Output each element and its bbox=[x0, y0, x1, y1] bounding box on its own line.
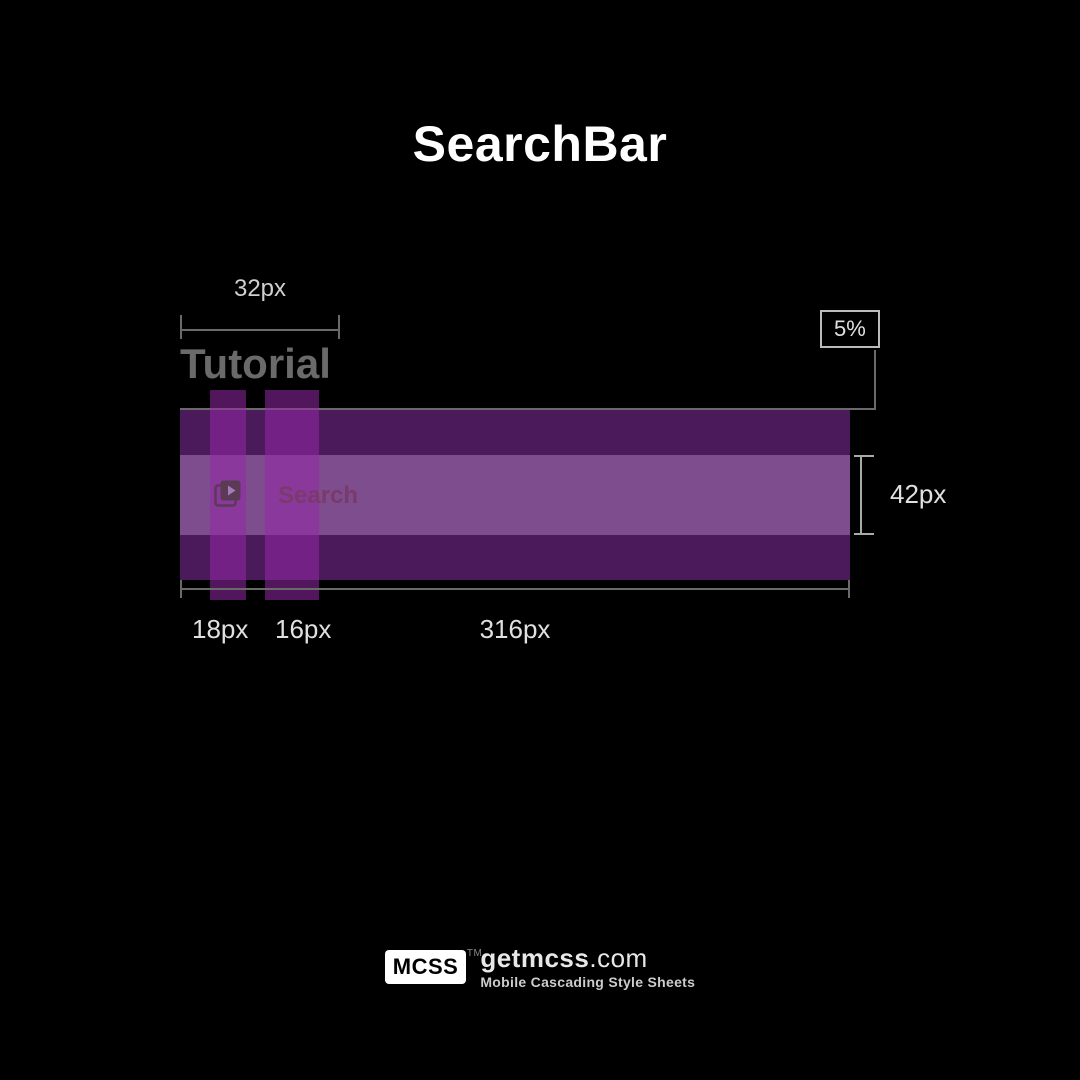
page-title: SearchBar bbox=[0, 115, 1080, 173]
logo-trademark: TM bbox=[467, 948, 482, 959]
dimension-bottom-value: 316px bbox=[480, 614, 551, 645]
searchbar-diagram: Search bbox=[180, 410, 880, 580]
dimension-col2-value: 16px bbox=[275, 614, 331, 645]
play-stack-icon bbox=[213, 478, 243, 508]
tutorial-label: Tutorial bbox=[180, 340, 331, 388]
dimension-right: 42px bbox=[860, 455, 884, 535]
footer-logo: MCSS TM getmcss.com Mobile Cascading Sty… bbox=[0, 943, 1080, 990]
dimension-right-value: 42px bbox=[890, 479, 946, 510]
dimension-percent: 5% bbox=[820, 310, 880, 348]
dimension-top-value: 32px bbox=[180, 275, 340, 303]
dimension-bottom: 316px bbox=[180, 588, 850, 590]
logo-text: getmcss.com Mobile Cascading Style Sheet… bbox=[480, 943, 695, 990]
dimension-col1-value: 18px bbox=[192, 614, 248, 645]
dimension-percent-connector-v bbox=[874, 350, 876, 410]
dimension-top: 32px bbox=[180, 275, 340, 331]
logo-badge: MCSS TM bbox=[385, 950, 467, 984]
search-placeholder-text: Search bbox=[278, 482, 358, 510]
